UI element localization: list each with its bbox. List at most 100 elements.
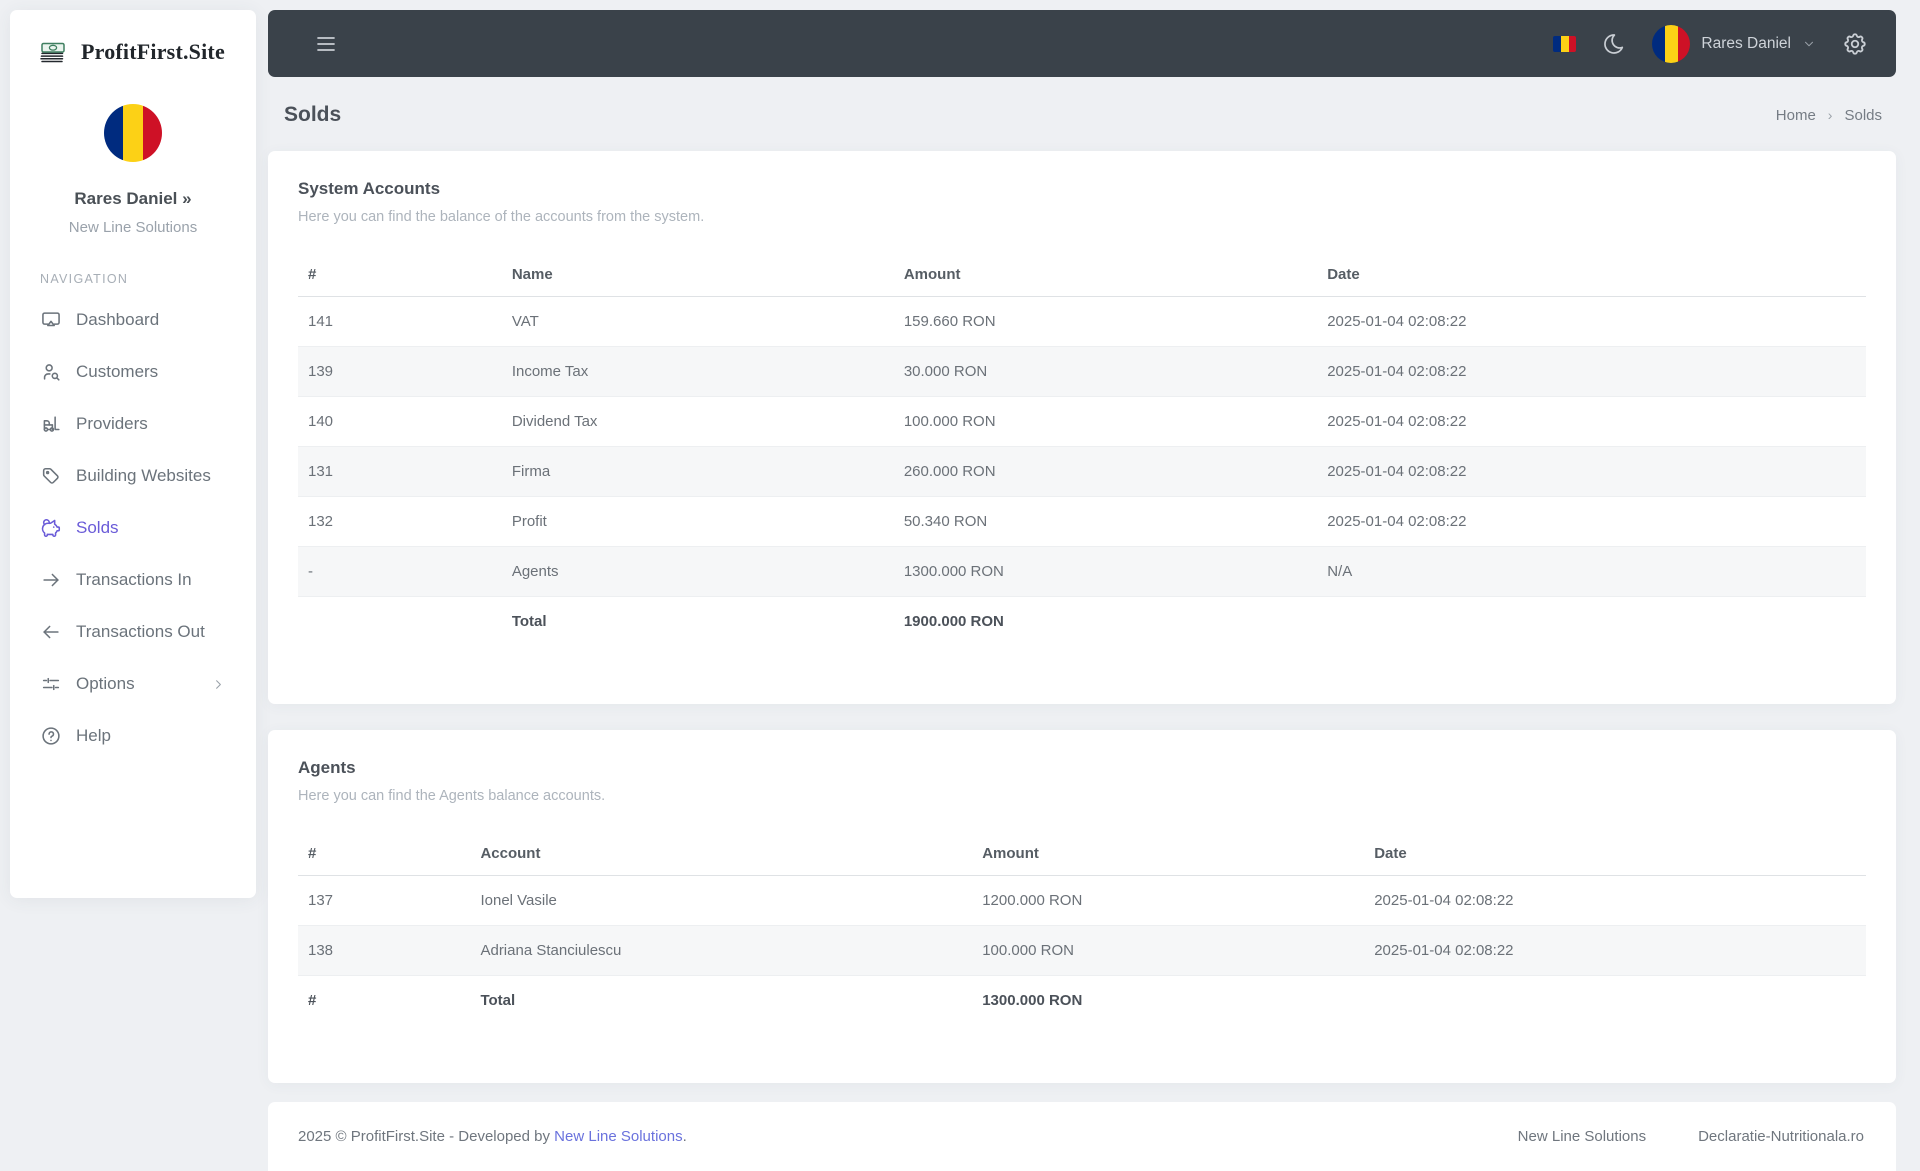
sidebar-item-providers[interactable]: Providers	[18, 398, 248, 450]
sidebar-item-transactions-in[interactable]: Transactions In	[18, 554, 248, 606]
page-title: Solds	[284, 103, 342, 126]
chevron-right-icon	[211, 677, 226, 692]
user-menu[interactable]: Rares Daniel	[1652, 24, 1816, 63]
table-cell: Agents	[501, 546, 894, 597]
developer-link[interactable]: New Line Solutions	[554, 1128, 682, 1145]
user-name: Rares Daniel	[1701, 34, 1791, 52]
topbar: Rares Daniel	[268, 10, 1896, 77]
brand[interactable]: ProfitFirst.Site	[10, 10, 256, 78]
footer-link-new-line-solutions[interactable]: New Line Solutions	[1518, 1128, 1646, 1145]
table-cell: N/A	[1317, 546, 1866, 597]
table-cell: 159.660 RON	[903, 313, 996, 330]
footer: 2025 © ProfitFirst.Site - Developed by N…	[268, 1102, 1896, 1171]
table-cell: 131	[298, 446, 502, 497]
copyright-text: 2025 © ProfitFirst.Site - Developed by	[298, 1128, 555, 1145]
table-cell: Total	[470, 975, 973, 1025]
table-cell: 1900.000 RON	[893, 596, 1318, 646]
card-subtitle: Here you can find the balance of the acc…	[298, 209, 705, 225]
card-title: Agents	[298, 758, 356, 777]
sidebar-item-dashboard[interactable]: Dashboard	[18, 294, 248, 346]
table-cell: 2025-01-04 02:08:22	[1317, 446, 1866, 497]
table-header-row: # Account Amount Date	[298, 832, 1866, 876]
table-cell: Ionel Vasile	[480, 892, 557, 909]
column-header: Amount	[893, 253, 1318, 297]
table-cell: 140	[298, 396, 502, 447]
breadcrumb-home[interactable]: Home	[1776, 107, 1816, 124]
card-title: System Accounts	[298, 179, 441, 198]
sidebar-item-customers[interactable]: Customers	[18, 346, 248, 398]
table-cell: Income Tax	[501, 346, 894, 397]
copyright-suffix: .	[682, 1128, 687, 1145]
table-cell: 2025-01-04 02:08:22	[1317, 496, 1866, 547]
profile-name[interactable]: Rares Daniel »	[10, 189, 256, 209]
agents-card: Agents Here you can find the Agents bala…	[268, 730, 1896, 1083]
table-cell: VAT	[511, 313, 539, 330]
language-flag-ro-icon[interactable]	[1553, 35, 1577, 52]
arrow-right-icon	[40, 569, 62, 591]
table-cell: 132	[298, 496, 502, 547]
table-cell: 2025-01-04 02:08:22	[1364, 925, 1866, 976]
money-stack-icon	[36, 34, 72, 70]
sidebar-nav: Dashboard Customers Providers Building Webs…	[10, 294, 256, 762]
table-cell: 30.000 RON	[893, 346, 1318, 397]
nav-section-label: NAVIGATION	[40, 272, 129, 286]
table-cell	[1364, 975, 1866, 1025]
breadcrumb-separator-icon: ›	[1827, 107, 1833, 123]
table-row: 131 Firma 260.000 RON 2025-01-04 02:08:22	[298, 446, 1866, 497]
table-cell: 100.000 RON	[972, 925, 1365, 976]
column-header: Date	[1317, 253, 1866, 297]
sliders-icon	[40, 673, 62, 695]
column-header: Name	[501, 253, 894, 297]
column-header: Account	[470, 832, 973, 876]
system-accounts-card: System Accounts Here you can find the ba…	[268, 151, 1896, 704]
gear-icon[interactable]	[1842, 31, 1868, 57]
table-cell: Profit	[501, 496, 894, 547]
table-cell: 1300.000 RON	[972, 975, 1365, 1025]
user-avatar	[1652, 24, 1691, 63]
menu-icon[interactable]	[314, 32, 338, 56]
sidebar-item-solds[interactable]: Solds	[18, 502, 248, 554]
table-row: Total 1900.000 RON	[298, 596, 1866, 646]
table-cell: 141	[308, 313, 334, 330]
avatar[interactable]	[104, 104, 162, 162]
table-cell	[1317, 596, 1866, 646]
agents-table: # Account Amount Date 137 Ionel Vasile 1200.0…	[298, 832, 1866, 1025]
table-header-row: # Name Amount Date	[298, 253, 1866, 297]
column-header: Amount	[972, 832, 1365, 876]
system-accounts-table: # Name Amount Date 141 VAT 159.660 RON 2025-01…	[298, 253, 1866, 646]
arrow-left-icon	[40, 621, 62, 643]
footer-link-declaratie-nutritionala[interactable]: Declaratie-Nutritionala.ro	[1698, 1128, 1864, 1145]
table-row: 140 Dividend Tax 100.000 RON 2025-01-04 02:…	[298, 396, 1866, 447]
forklift-icon	[40, 413, 62, 435]
table-cell: 2025-01-04 02:08:22	[1374, 892, 1514, 909]
table-cell: 2025-01-04 02:08:22	[1317, 396, 1866, 447]
sidebar-item-transactions-out[interactable]: Transactions Out	[18, 606, 248, 658]
breadcrumb: Home › Solds	[1776, 107, 1882, 124]
table-cell: 137	[308, 892, 334, 909]
table-row: 138 Adriana Stanciulescu 100.000 RON 2025-0…	[298, 925, 1866, 976]
column-header: #	[298, 832, 471, 876]
sidebar-item-help[interactable]: Help	[18, 710, 248, 762]
copyright: 2025 © ProfitFirst.Site - Developed by N…	[298, 1128, 687, 1145]
table-cell: Total	[501, 596, 894, 646]
breadcrumb-current: Solds	[1844, 106, 1882, 124]
piggy-bank-icon	[40, 517, 62, 539]
table-row: 137 Ionel Vasile 1200.000 RON 2025-01-04 02…	[298, 876, 1866, 926]
table-cell: Firma	[501, 446, 894, 497]
tag-icon	[40, 465, 62, 487]
table-row: 141 VAT 159.660 RON 2025-01-04 02:08:22	[298, 297, 1866, 347]
dashboard-icon	[40, 309, 62, 331]
table-cell: #	[298, 975, 471, 1025]
sidebar-profile: Rares Daniel » New Line Solutions	[10, 104, 256, 236]
table-cell: 50.340 RON	[893, 496, 1318, 547]
sidebar-item-options[interactable]: Options	[18, 658, 248, 710]
table-cell: 2025-01-04 02:08:22	[1317, 346, 1866, 397]
table-cell: 1200.000 RON	[982, 892, 1083, 909]
moon-icon[interactable]	[1602, 32, 1626, 56]
sidebar-item-building-websites[interactable]: Building Websites	[18, 450, 248, 502]
column-header: #	[298, 253, 502, 297]
table-cell	[298, 596, 502, 646]
table-cell: 1300.000 RON	[893, 546, 1318, 597]
table-row: 132 Profit 50.340 RON 2025-01-04 02:08:22	[298, 496, 1866, 547]
table-cell: 260.000 RON	[893, 446, 1318, 497]
